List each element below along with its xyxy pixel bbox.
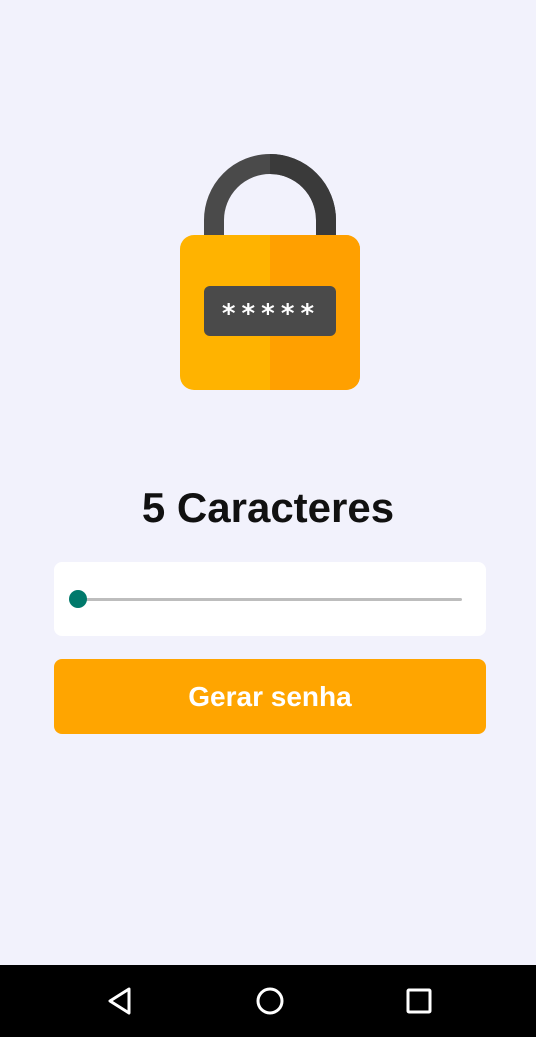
system-navigation-bar	[0, 965, 536, 1037]
length-label: 5 Caracteres	[141, 484, 395, 531]
lock-mask-text: *****	[221, 299, 319, 329]
home-icon[interactable]	[250, 981, 290, 1021]
app-screen: ***** 5 Caracteres Gerar senha	[0, 0, 536, 965]
length-slider-card	[54, 562, 486, 636]
padlock-icon: *****	[180, 150, 360, 390]
recents-icon[interactable]	[399, 981, 439, 1021]
length-slider-track[interactable]	[69, 590, 462, 608]
generate-password-button[interactable]: Gerar senha	[54, 659, 486, 734]
length-slider-thumb[interactable]	[69, 590, 87, 608]
back-icon[interactable]	[100, 981, 140, 1021]
